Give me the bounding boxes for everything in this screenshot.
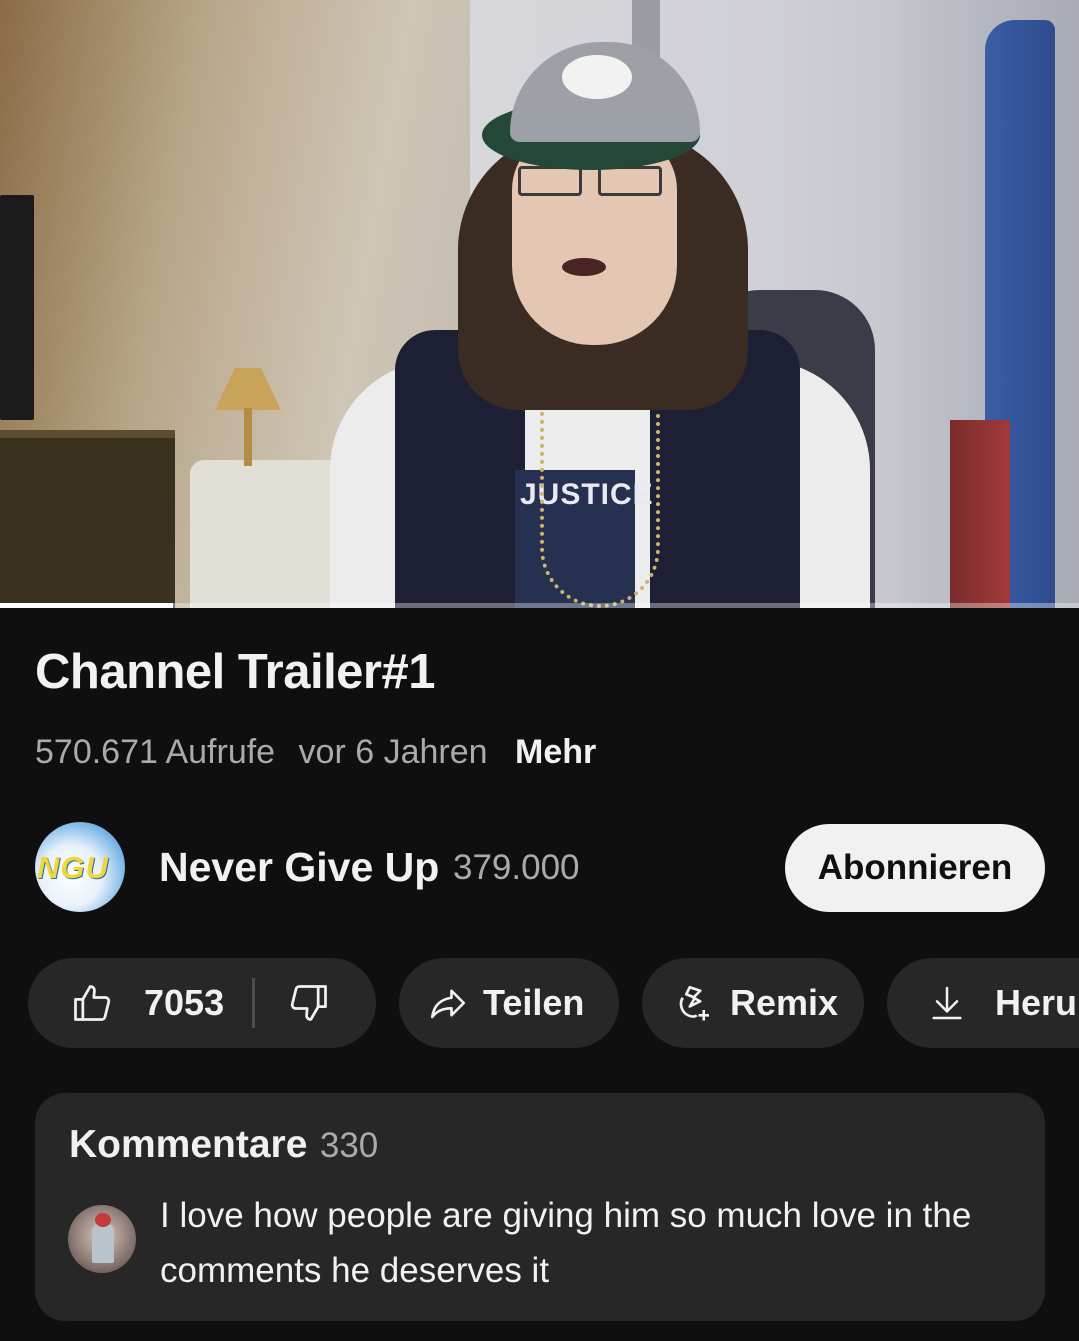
thumbs-up-icon[interactable] [70,981,114,1025]
thumbs-down-icon[interactable] [287,981,331,1025]
video-player[interactable]: JUSTICE [0,0,1079,608]
video-person-mouth [562,258,606,276]
commenter-avatar-figure [92,1223,114,1263]
commenter-avatar [68,1205,136,1273]
remix-label: Remix [730,982,839,1023]
like-dislike-pill: 7053 [28,958,376,1048]
subscriber-count: 379.000 [453,848,580,887]
top-comment-text: I love how people are giving him so much… [160,1196,972,1290]
video-meta[interactable]: 570.671 Aufrufe vor 6 Jahren Mehr [35,733,610,772]
view-count: 570.671 Aufrufe [35,733,276,771]
channel-avatar-logo: NGU [37,850,109,885]
channel-name[interactable]: Never Give Up [159,844,439,891]
watch-page: JUSTICE Channel Trailer#1 570.671 Aufruf… [0,0,1079,1341]
like-divider [252,978,256,1028]
video-speaker [0,195,34,420]
share-arrow-icon [430,989,466,1019]
subscribe-button[interactable]: Abonnieren [785,824,1045,912]
comments-title: Kommentare [69,1123,308,1166]
channel-row: NGU Never Give Up 379.000 Abonnieren [35,822,1045,914]
video-cap-badge [562,55,632,99]
download-button[interactable]: Herunterladen [887,958,1079,1048]
comments-count: 330 [319,1126,379,1165]
video-glasses-right [598,166,662,196]
video-glasses-left [518,166,582,196]
video-frame: JUSTICE [0,0,1079,608]
upload-age: vor 6 Jahren [298,733,488,771]
more-link[interactable]: Mehr [515,733,596,771]
action-bar: 7053 Teilen Remix Herun [28,958,1079,1048]
video-shelf [0,430,175,608]
comments-card[interactable]: Kommentare 330 I love how people are giv… [35,1093,1045,1321]
download-icon [932,986,962,1020]
video-red-cloth [950,420,1010,608]
progress-bar-fill[interactable] [0,603,173,608]
remix-icon [679,985,709,1021]
like-count[interactable]: 7053 [144,982,224,1024]
share-button[interactable]: Teilen [399,958,619,1048]
download-label: Herunterladen [995,982,1079,1023]
share-label: Teilen [483,982,585,1023]
video-lamp-stem [244,408,252,466]
remix-button[interactable]: Remix [642,958,864,1048]
commenter-avatar-head [95,1213,111,1227]
channel-avatar[interactable]: NGU [35,822,125,912]
video-title: Channel Trailer#1 [35,645,436,699]
comments-header: Kommentare 330 [69,1123,378,1167]
